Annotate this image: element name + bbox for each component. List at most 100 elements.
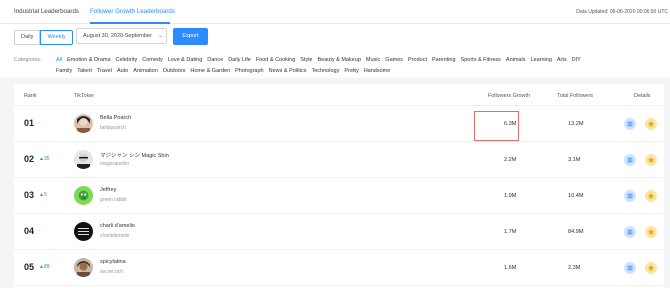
avatar[interactable] (74, 150, 93, 169)
table-row[interactable]: 05 ▲89 spicylatina secret.rich 1.6M 2.3M (14, 250, 664, 286)
creator-name[interactable]: Bella Poarch (100, 115, 131, 121)
star-icon[interactable] (645, 190, 657, 202)
rank-number: 05 (24, 262, 35, 272)
category-item[interactable]: Parenting (432, 57, 456, 63)
header-details: Details (634, 93, 651, 99)
daily-button[interactable]: Daily (14, 30, 41, 45)
star-icon[interactable] (645, 262, 657, 274)
category-item[interactable]: Emotion & Drama (67, 57, 110, 63)
chevron-down-icon: ⌄ (157, 33, 163, 39)
creator-handle: bellapoarch (100, 125, 126, 131)
highlight-box (474, 111, 519, 141)
category-item[interactable]: Food & Cooking (256, 57, 295, 63)
star-icon[interactable] (645, 154, 657, 166)
top-bar: Industrial Leaderboards Follower Growth … (0, 0, 670, 24)
avatar[interactable] (74, 258, 93, 277)
total-followers-value: 3.1M (568, 157, 581, 163)
rank-change: ▲35 (39, 156, 50, 162)
rank-change: - (39, 228, 41, 234)
category-item[interactable]: Outdoors (163, 68, 186, 74)
list-icon[interactable] (624, 190, 636, 202)
leaderboard-table: Rank TikToker Followers Growth Total Fol… (14, 84, 664, 288)
creator-handle: magicianshin (100, 161, 130, 167)
category-item[interactable]: Pretty (344, 68, 358, 74)
table-row[interactable]: 03 ▲5 Jeffrey green.rabbit 1.9M 10.4M (14, 178, 664, 214)
total-followers-value: 84.9M (568, 229, 584, 235)
category-item[interactable]: Style (300, 57, 312, 63)
category-item[interactable]: Beauty & Makeup (318, 57, 361, 63)
table-row[interactable]: 02 ▲35 マジシャン シン Magic Shin magicianshin … (14, 142, 664, 178)
creator-name[interactable]: spicylatina (100, 259, 126, 265)
rank-number: 01 (24, 118, 35, 128)
creator-name[interactable]: Jeffrey (100, 187, 116, 193)
followers-growth-value: 2.2M (504, 157, 517, 163)
star-icon[interactable] (645, 118, 657, 130)
categories-row-1: All Emotion & Drama Celebrity Comedy Lov… (56, 57, 581, 63)
creator-handle: charlidamelio (100, 233, 130, 239)
category-item[interactable]: News & Politics (269, 68, 307, 74)
table-row[interactable]: 01 - Bella Poarch bellapoarch 6.3M 13.2M (14, 106, 664, 142)
followers-growth-value: 1.7M (504, 229, 517, 235)
rank-change: - (39, 120, 41, 126)
categories-label: Categories: (14, 57, 42, 63)
category-item[interactable]: Photograph (235, 68, 263, 74)
weekly-button[interactable]: Weekly (40, 30, 73, 45)
category-item[interactable]: Games (385, 57, 403, 63)
avatar[interactable] (74, 186, 93, 205)
total-followers-value: 10.4M (568, 193, 584, 199)
export-button[interactable]: Export (173, 28, 208, 45)
category-item[interactable]: Daily Life (228, 57, 251, 63)
category-item[interactable]: Travel (97, 68, 112, 74)
header-followers-growth: Followers Growth (488, 93, 530, 99)
rank-number: 03 (24, 190, 35, 200)
followers-growth-value: 1.9M (504, 193, 517, 199)
creator-name[interactable]: マジシャン シン Magic Shin (100, 151, 169, 159)
category-item[interactable]: Celebrity (116, 57, 138, 63)
avatar[interactable] (74, 114, 93, 133)
category-item[interactable]: Arts (557, 57, 567, 63)
category-item[interactable]: Talent (77, 68, 92, 74)
category-item[interactable]: Learning (530, 57, 551, 63)
header-rank: Rank (24, 93, 37, 99)
category-all[interactable]: All (56, 57, 62, 63)
category-item[interactable]: DIY (572, 57, 581, 63)
rank-number: 02 (24, 154, 35, 164)
creator-handle: green.rabbit (100, 197, 127, 203)
tab-industrial-leaderboards[interactable]: Industrial Leaderboards (14, 8, 79, 15)
table-row[interactable]: 04 - charli d'amelio charlidamelio 1.7M … (14, 214, 664, 250)
category-item[interactable]: Animation (133, 68, 157, 74)
category-item[interactable]: Comedy (142, 57, 162, 63)
filter-bar: Daily Weekly August 30, 2020-September ⌄… (0, 24, 670, 78)
list-icon[interactable] (624, 262, 636, 274)
header-tiktoker: TikToker (74, 93, 95, 99)
category-item[interactable]: Sports & Fitness (461, 57, 501, 63)
date-range-select[interactable]: August 30, 2020-September ⌄ (76, 28, 167, 44)
creator-handle: secret.rich (100, 269, 124, 275)
date-range-value: August 30, 2020-September (83, 33, 152, 39)
category-item[interactable]: Love & Dating (168, 57, 203, 63)
category-item[interactable]: Auto (117, 68, 128, 74)
category-item[interactable]: Technology (312, 68, 340, 74)
data-updated-text: Data Updated: 05-06-2020 00:06:50 UTC (576, 9, 668, 15)
avatar[interactable] (74, 222, 93, 241)
followers-growth-value: 1.6M (504, 265, 517, 271)
total-followers-value: 13.2M (568, 121, 584, 127)
category-item[interactable]: Handsome (364, 68, 391, 74)
star-icon[interactable] (645, 226, 657, 238)
list-icon[interactable] (624, 154, 636, 166)
category-item[interactable]: Dance (207, 57, 223, 63)
category-item[interactable]: Family (56, 68, 72, 74)
table-header: Rank TikToker Followers Growth Total Fol… (14, 84, 664, 106)
list-icon[interactable] (624, 226, 636, 238)
rank-number: 04 (24, 226, 35, 236)
rank-change: ▲5 (39, 192, 47, 198)
header-total-followers: Total Followers (557, 93, 593, 99)
category-item[interactable]: Animals (506, 57, 526, 63)
rank-change: ▲89 (39, 264, 50, 270)
category-item[interactable]: Product (408, 57, 427, 63)
tab-follower-growth-leaderboards[interactable]: Follower Growth Leaderboards (90, 8, 175, 15)
creator-name[interactable]: charli d'amelio (100, 223, 135, 229)
category-item[interactable]: Music (366, 57, 380, 63)
list-icon[interactable] (624, 118, 636, 130)
category-item[interactable]: Home & Garden (190, 68, 230, 74)
